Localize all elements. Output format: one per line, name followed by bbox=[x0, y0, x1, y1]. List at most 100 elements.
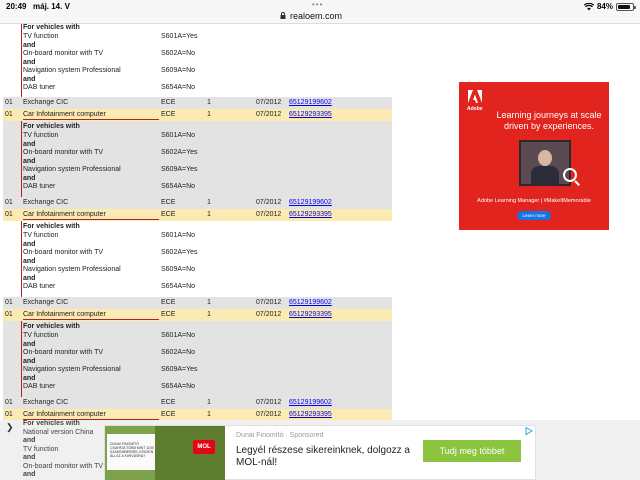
part-number-link[interactable]: 65129293395 bbox=[289, 110, 332, 119]
adobe-logo-icon bbox=[468, 90, 482, 103]
sponsored-banner[interactable]: DUNAI FINOMÍTÓ CSAPATA TÖBB MINT 1100 SZ… bbox=[104, 425, 536, 480]
production-date: 07/2012 bbox=[256, 299, 282, 306]
condition-feature: Navigation system Professional bbox=[23, 166, 121, 173]
quantity: 1 bbox=[207, 299, 211, 306]
condition-value: S601A=No bbox=[161, 232, 196, 239]
quantity: 1 bbox=[207, 199, 211, 206]
condition-feature: TV function bbox=[23, 232, 59, 239]
supplement: ECE bbox=[161, 299, 176, 306]
condition-keyword: and bbox=[23, 158, 36, 165]
lock-icon bbox=[280, 12, 286, 19]
supplement: ECE bbox=[161, 199, 176, 206]
quantity: 1 bbox=[207, 99, 211, 106]
condition-value: S654A=No bbox=[161, 183, 196, 190]
condition-keyword: For vehicles with bbox=[23, 223, 80, 230]
part-number-link[interactable]: 65129293395 bbox=[289, 410, 332, 419]
supplement: ECE bbox=[161, 399, 176, 406]
condition-value: S654A=No bbox=[161, 84, 196, 91]
condition-keyword: and bbox=[23, 258, 36, 265]
part-row-exchange-cic: 01 Exchange CIC ECE 1 07/2012 65129199602 bbox=[3, 297, 392, 309]
condition-keyword: For vehicles with bbox=[23, 123, 80, 130]
part-number-link[interactable]: 65129293395 bbox=[289, 310, 332, 319]
part-row-infotainment: 01 Car Infotainment computer ECE 1 07/2012 65… bbox=[3, 309, 392, 321]
condition-feature: On-board monitor with TV bbox=[23, 462, 104, 470]
clock: 20:49 bbox=[6, 2, 27, 11]
cta-button[interactable]: Tudj meg többet bbox=[423, 440, 521, 462]
condition-keyword: and bbox=[23, 241, 36, 248]
condition-value: S601A=No bbox=[161, 332, 196, 339]
part-number-link[interactable]: 65129199602 bbox=[289, 98, 332, 107]
adobe-wordmark: Adobe bbox=[467, 106, 483, 112]
wifi-icon bbox=[583, 2, 594, 10]
adchoices-icon[interactable] bbox=[525, 427, 533, 435]
part-number-link[interactable]: 65129293395 bbox=[289, 210, 332, 219]
parts-table: For vehicles with TV function S601A=Yes and… bbox=[3, 24, 392, 421]
condition-value: S609A=No bbox=[161, 266, 196, 273]
condition-keyword: and bbox=[23, 375, 36, 382]
condition-feature: TV function bbox=[23, 332, 59, 339]
more-dots-icon[interactable]: ••• bbox=[312, 0, 323, 9]
condition-keyword: and bbox=[23, 358, 36, 365]
production-date: 07/2012 bbox=[256, 211, 282, 218]
condition-value: S601A=Yes bbox=[161, 33, 198, 40]
ad-headline: Learning journeys at scale driven by exp… bbox=[496, 110, 602, 131]
condition-feature: TV function bbox=[23, 445, 59, 453]
part-number-link[interactable]: 65129199602 bbox=[289, 398, 332, 407]
condition-feature: On-board monitor with TV bbox=[23, 249, 104, 256]
part-description: Exchange CIC bbox=[23, 199, 69, 206]
row-number: 01 bbox=[5, 299, 13, 306]
condition-bracket bbox=[21, 121, 22, 197]
condition-keyword: and bbox=[23, 141, 36, 148]
condition-keyword: and bbox=[23, 471, 36, 478]
production-date: 07/2012 bbox=[256, 411, 282, 418]
condition-keyword: For vehicles with bbox=[23, 323, 80, 330]
condition-value: S654A=No bbox=[161, 283, 196, 290]
condition-feature: Navigation system Professional bbox=[23, 67, 121, 74]
condition-value: S601A=No bbox=[161, 132, 196, 139]
supplement: ECE bbox=[161, 211, 176, 218]
production-date: 07/2012 bbox=[256, 399, 282, 406]
part-description: Car Infotainment computer bbox=[23, 110, 159, 120]
row-number: 01 bbox=[5, 99, 13, 106]
condition-value: S609A=Yes bbox=[161, 366, 198, 373]
adobe-ad[interactable]: Adobe Learning journeys at scale driven … bbox=[459, 82, 609, 230]
condition-keyword: and bbox=[23, 454, 36, 461]
condition-block: For vehicles with TV function S601A=No and O… bbox=[3, 221, 392, 297]
battery-percent: 84% bbox=[596, 2, 613, 11]
condition-block: For vehicles with TV function S601A=No and O… bbox=[3, 121, 392, 197]
part-description: Car Infotainment computer bbox=[23, 310, 159, 320]
chevron-down-icon[interactable]: ❯ bbox=[6, 422, 14, 433]
address-bar[interactable]: realoem.com bbox=[290, 11, 342, 21]
condition-feature: DAB tuner bbox=[23, 84, 56, 91]
supplement: ECE bbox=[161, 311, 176, 318]
part-description: Exchange CIC bbox=[23, 99, 69, 106]
condition-value: S609A=Yes bbox=[161, 166, 198, 173]
condition-bracket bbox=[21, 221, 22, 297]
part-description: Exchange CIC bbox=[23, 399, 69, 406]
part-row-exchange-cic: 01 Exchange CIC ECE 1 07/2012 65129199602 bbox=[3, 397, 392, 409]
condition-value: S654A=No bbox=[161, 383, 196, 390]
ad-photo bbox=[519, 140, 571, 186]
learn-more-button[interactable]: Learn more bbox=[517, 211, 551, 220]
banner-source: Dunai Finomító · Sponsored bbox=[236, 432, 324, 439]
part-description: Exchange CIC bbox=[23, 299, 69, 306]
condition-value: S609A=No bbox=[161, 67, 196, 74]
condition-keyword: For vehicles with bbox=[23, 24, 80, 31]
condition-keyword: and bbox=[23, 76, 36, 83]
part-number-link[interactable]: 65129199602 bbox=[289, 298, 332, 307]
row-number: 01 bbox=[5, 211, 13, 218]
condition-keyword: and bbox=[23, 42, 36, 49]
condition-feature: On-board monitor with TV bbox=[23, 149, 104, 156]
condition-keyword: and bbox=[23, 437, 36, 444]
condition-feature: DAB tuner bbox=[23, 383, 56, 390]
condition-feature: Navigation system Professional bbox=[23, 366, 121, 373]
production-date: 07/2012 bbox=[256, 111, 282, 118]
condition-feature: On-board monitor with TV bbox=[23, 349, 104, 356]
condition-keyword: and bbox=[23, 341, 36, 348]
quantity: 1 bbox=[207, 411, 211, 418]
supplement: ECE bbox=[161, 411, 176, 418]
condition-feature: DAB tuner bbox=[23, 183, 56, 190]
part-description: Car Infotainment computer bbox=[23, 210, 159, 220]
part-description: Car Infotainment computer bbox=[23, 410, 159, 420]
part-number-link[interactable]: 65129199602 bbox=[289, 198, 332, 207]
